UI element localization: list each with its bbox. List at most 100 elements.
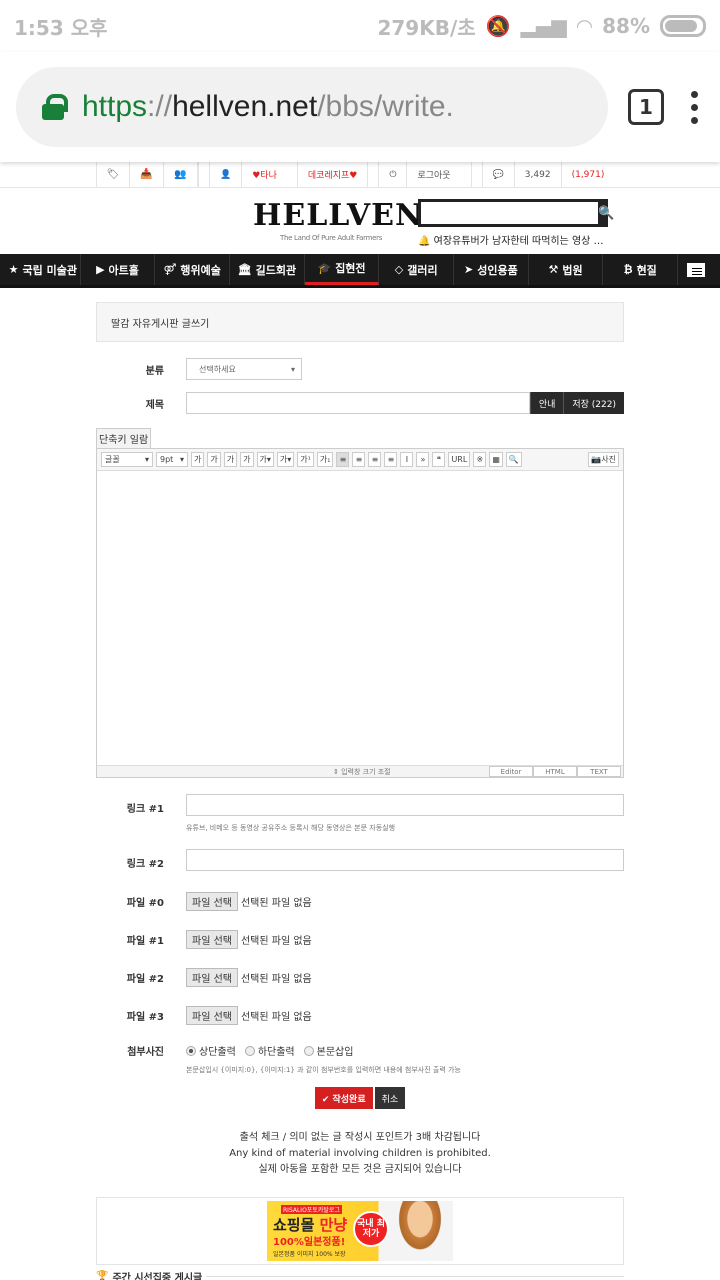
lock-icon: [42, 94, 68, 120]
font-color-icon[interactable]: 가▾: [256, 452, 274, 467]
battery-icon: [660, 15, 706, 37]
file1-button[interactable]: 파일 선택: [186, 930, 238, 949]
photo-button[interactable]: 📷 사진: [588, 452, 619, 467]
ad-banner[interactable]: RISALIO포토카탈로그 쇼핑몰 만냥 100%일본정품! 일본정품 이미지 …: [267, 1201, 453, 1261]
find-icon[interactable]: 🔍: [505, 452, 522, 467]
site-search: 🔍: [418, 199, 614, 227]
camera-icon: 📷: [591, 455, 602, 464]
write-form: 딸감 자유게시판 글쓰기 분류 선택하세요 ▾ 제목 안내 저장 (222) 단축…: [96, 302, 624, 1280]
bold-icon[interactable]: 가: [191, 452, 205, 467]
attach-top-radio[interactable]: 상단출력: [186, 1043, 236, 1058]
file0-button[interactable]: 파일 선택: [186, 892, 238, 911]
notice-text: 출석 체크 / 의미 없는 글 작성시 포인트가 3배 차감됩니다 Any ki…: [96, 1130, 624, 1178]
nav-item-guild[interactable]: 🏛 길드회관: [230, 254, 305, 285]
quote-icon[interactable]: ❝: [432, 452, 446, 467]
underline-icon[interactable]: 가: [207, 452, 221, 467]
guide-button[interactable]: 안내: [529, 392, 564, 414]
nav-item-cash[interactable]: ₿ 현질: [603, 254, 679, 285]
status-battery: 88%: [602, 14, 650, 38]
superscript-icon[interactable]: 가¹: [297, 452, 314, 467]
link1-label: 링크 #1: [126, 804, 164, 815]
nav-item-court[interactable]: ⚒ 법원: [529, 254, 604, 285]
link1-help: 유튜브, 비메오 등 동영상 공유주소 등록시 해당 동영상은 본문 자동실행: [186, 824, 396, 832]
url-text[interactable]: https://hellven.net/bbs/write.: [82, 90, 454, 124]
weekly-section-title: 🏆 주간 시선집중 게시글: [96, 1269, 624, 1280]
subscript-icon[interactable]: 가₁: [316, 452, 334, 467]
nav-item-gallery[interactable]: ◇ 갤러리: [379, 254, 455, 285]
align-right-icon[interactable]: ≡: [368, 452, 382, 467]
notice-line: 실제 아동을 포함한 모든 것은 금지되어 있습니다: [258, 1164, 462, 1175]
strike-icon[interactable]: 가: [240, 452, 254, 467]
file2-button[interactable]: 파일 선택: [186, 968, 238, 987]
ad-banner-box: RISALIO포토카탈로그 쇼핑몰 만냥 100%일본정품! 일본정품 이미지 …: [96, 1197, 624, 1265]
bg-color-icon[interactable]: 가▾: [276, 452, 295, 467]
mute-icon: 🔕: [485, 14, 511, 38]
align-left-icon[interactable]: ≡: [336, 452, 350, 467]
attach-label: 첨부사진: [127, 1047, 164, 1058]
inbox-icon[interactable]: 📥: [130, 161, 164, 188]
shortcut-button[interactable]: 단축키 일람: [96, 428, 152, 448]
mode-html-tab[interactable]: HTML: [533, 766, 577, 777]
site-tagline: The Land Of Pure Adult Farmers: [280, 234, 383, 242]
wifi-icon: ◠: [576, 14, 593, 38]
search-input[interactable]: [421, 202, 598, 224]
nav-item-adult-goods[interactable]: ➤ 성인용품: [454, 254, 529, 285]
nav-item-arthall[interactable]: ▶ 아트홀: [81, 254, 156, 285]
editor-resize-bar[interactable]: ⇕ 입력창 크기 조절 Editor HTML TEXT: [97, 765, 623, 777]
mode-text-tab[interactable]: TEXT: [577, 766, 621, 777]
ad-badge: 국내 최저가: [353, 1211, 389, 1247]
submit-button[interactable]: ✔ 작성완료: [314, 1087, 373, 1109]
subject-label: 제목: [145, 399, 164, 411]
page-title: 딸감 자유게시판 글쓰기: [96, 302, 624, 342]
status-time: 1:53 오후: [14, 15, 108, 40]
nav-menu-button[interactable]: [678, 254, 714, 285]
caret-down-icon: ▾: [290, 364, 295, 374]
link-icon[interactable]: URL: [448, 452, 471, 467]
file0-status: 선택된 파일 없음: [240, 898, 312, 909]
search-icon[interactable]: 🔍: [598, 202, 614, 224]
tag-icon[interactable]: 🏷: [96, 161, 130, 188]
file3-button[interactable]: 파일 선택: [186, 1006, 238, 1025]
attach-help: 본문삽입시 {이미지:0}, {이미지:1} 과 같이 첨부번호를 입력하면 내…: [186, 1066, 461, 1074]
font-select[interactable]: 글꼴 ▾: [101, 452, 153, 467]
font-size-select[interactable]: 9pt ▾: [156, 452, 188, 467]
editor-content[interactable]: [97, 471, 623, 765]
justify-icon[interactable]: ≡: [384, 452, 398, 467]
editor: 글꼴 ▾ 9pt ▾ 가 가 가 가 가▾ 가▾ 가¹ 가₁ ≡ ≡ ≡ ≡ I »…: [96, 448, 624, 778]
attach-inline-radio[interactable]: 본문삽입: [303, 1043, 353, 1058]
file3-status: 선택된 파일 없음: [240, 1012, 312, 1023]
menu-dots-icon[interactable]: [684, 90, 704, 124]
address-bar[interactable]: https://hellven.net/bbs/write.: [16, 67, 608, 147]
tab-switcher-button[interactable]: 1: [628, 89, 664, 125]
nav-item-performance[interactable]: ⚤ 행위예술: [155, 254, 231, 285]
notice-ticker[interactable]: 🔔 여장유튜버가 남자한테 따먹히는 영상 …: [418, 232, 604, 247]
more-icon[interactable]: »: [416, 452, 430, 467]
menu-icon: [687, 262, 706, 277]
logout-link[interactable]: ⏻ 로그아웃: [367, 161, 470, 188]
italic-icon[interactable]: 가: [223, 452, 238, 467]
attach-bottom-radio[interactable]: 하단출력: [244, 1043, 295, 1058]
table-icon[interactable]: ▦: [489, 452, 503, 467]
nav-item-museum[interactable]: ★ 국립 미술관: [6, 254, 81, 285]
file1-label: 파일 #1: [126, 936, 164, 947]
main-nav: ★ 국립 미술관 ▶ 아트홀 ⚤ 행위예술 🏛 길드회관 🎓 집현전 ◇ 갤러리 ➤ 성인용품…: [0, 254, 720, 288]
subject-input[interactable]: [186, 392, 530, 414]
mode-editor-tab[interactable]: Editor: [489, 766, 533, 777]
category-select[interactable]: 선택하세요 ▾: [186, 358, 302, 380]
align-center-icon[interactable]: ≡: [352, 452, 366, 467]
users-icon[interactable]: 👥: [164, 161, 198, 188]
line-height-icon[interactable]: I: [400, 452, 414, 467]
cancel-button[interactable]: 취소: [374, 1087, 406, 1109]
nav-item-jiphyeonjeon[interactable]: 🎓 집현전: [304, 254, 380, 285]
link2-input[interactable]: [186, 849, 624, 871]
draft-save-button[interactable]: 저장 (222): [563, 392, 624, 414]
special-char-icon[interactable]: ※: [473, 452, 487, 467]
ad-character-image: [391, 1201, 449, 1261]
user-deco: 데코레지프♥: [296, 161, 367, 188]
link1-input[interactable]: [186, 794, 624, 816]
site-logo[interactable]: HELLVEN: [253, 198, 423, 233]
user-name[interactable]: 👤 ♥타나: [198, 161, 297, 188]
site-topbar: 🏷 📥 👥 👤 ♥타나 데코레지프♥ ⏻ 로그아웃 💬 3,492 (1,971): [0, 161, 720, 188]
site-header: HELLVEN The Land Of Pure Adult Farmers 🔍…: [0, 188, 720, 254]
link2-label: 링크 #2: [126, 859, 164, 870]
